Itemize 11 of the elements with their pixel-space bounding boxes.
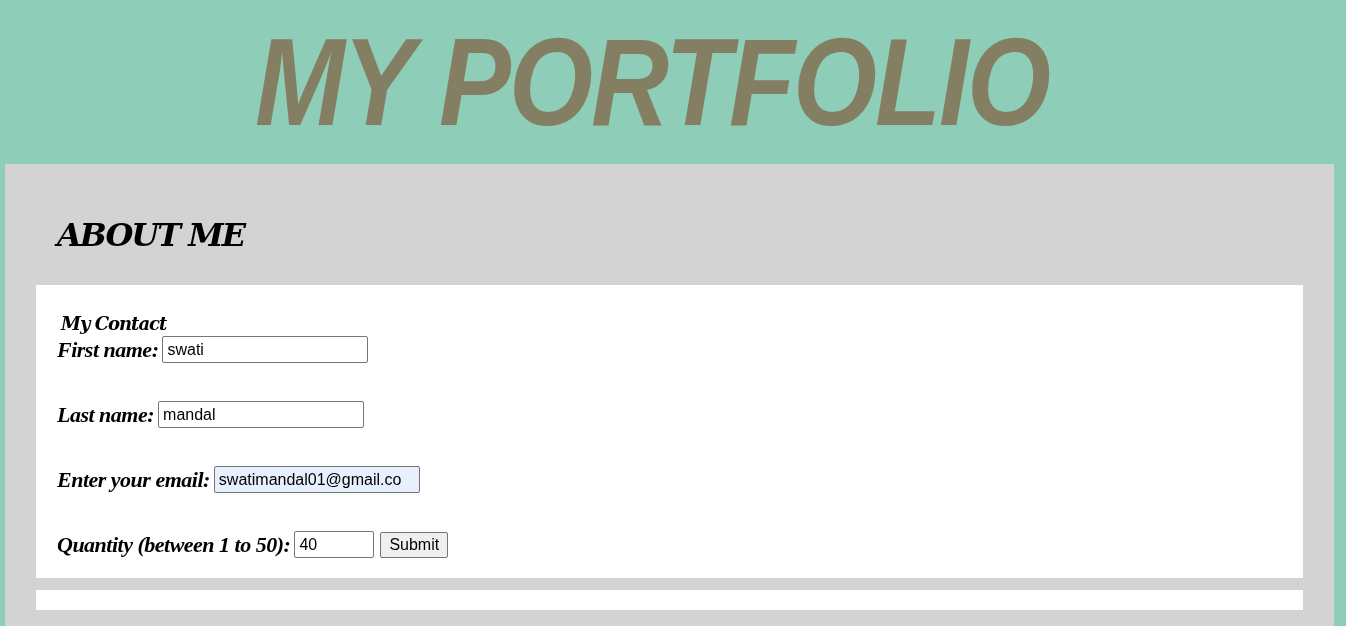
field-label: Last name: <box>57 401 155 428</box>
input-field[interactable]: swati <box>162 336 369 364</box>
form-title: My Contact <box>61 313 167 335</box>
submit-button[interactable]: Submit <box>380 531 449 558</box>
input-field[interactable]: 40 <box>294 531 375 559</box>
input-field[interactable]: mandal <box>158 401 365 429</box>
input-field[interactable]: swatimandal01@gmail.co <box>213 466 420 494</box>
field-label: Enter your email: <box>57 466 210 493</box>
field-label: Quantity (between 1 to 50): <box>57 531 291 558</box>
field-label: First name: <box>57 336 159 363</box>
page-title: MY PORTFOLIO <box>255 19 1050 145</box>
